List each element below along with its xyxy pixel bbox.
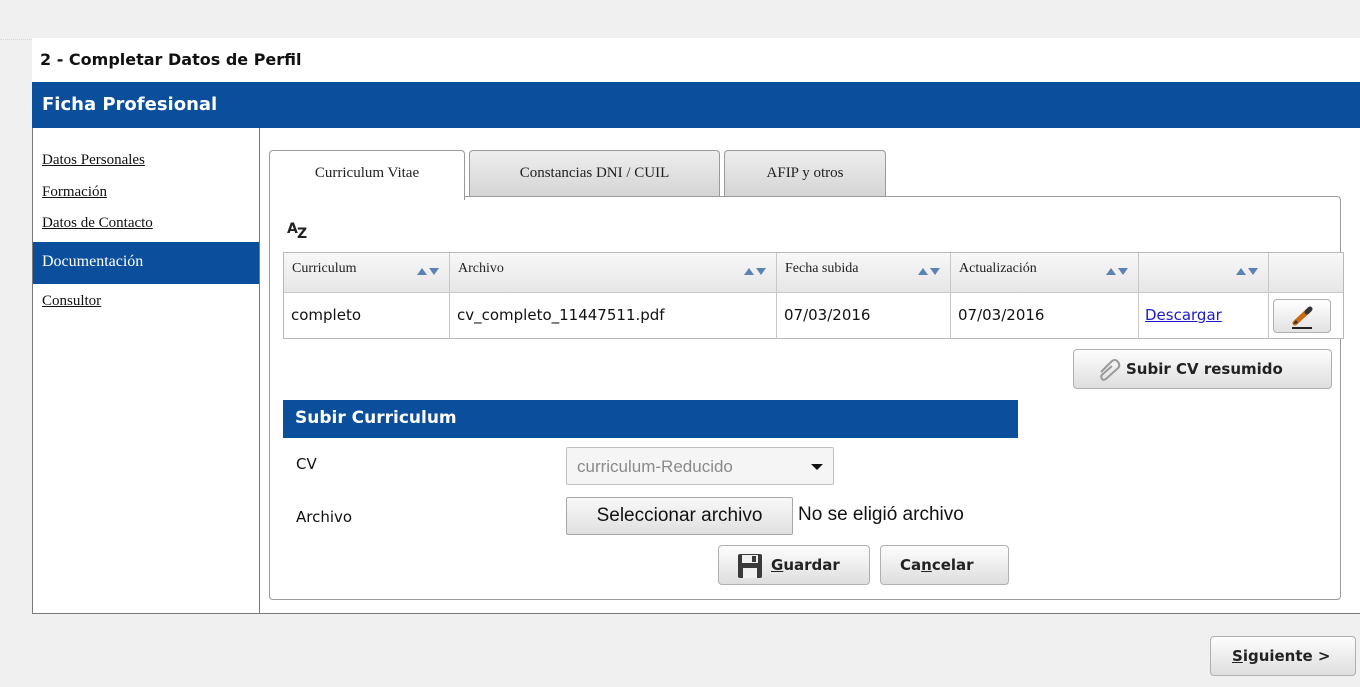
floppy-disk-icon — [738, 554, 762, 578]
guardar-button[interactable]: Guardar — [718, 545, 870, 585]
ficha-title: Ficha Profesional — [42, 94, 218, 115]
sidebar-item-consultor[interactable]: Consultor — [33, 293, 259, 310]
cell-actualizacion: 07/03/2016 — [951, 293, 1139, 339]
paperclip-icon — [1100, 359, 1121, 381]
step-header: 2 - Completar Datos de Perfil — [32, 38, 1360, 82]
pencil-icon — [1292, 306, 1313, 329]
column-header-archivo[interactable]: Archivo — [450, 253, 777, 293]
sidebar-item-datos-contacto[interactable]: Datos de Contacto — [33, 215, 259, 232]
column-header-descargar[interactable] — [1139, 253, 1269, 293]
sort-arrows-icon — [918, 265, 942, 277]
cell-curriculum: completo — [284, 293, 450, 339]
edit-button[interactable] — [1273, 299, 1331, 333]
siguiente-button[interactable]: Siguiente > — [1210, 636, 1356, 676]
chevron-down-icon — [811, 464, 823, 470]
descargar-link[interactable]: Descargar — [1145, 306, 1222, 324]
top-strip — [0, 0, 1360, 40]
guardar-label: Guardar — [771, 556, 840, 574]
sort-arrows-icon — [1106, 265, 1130, 277]
seleccionar-archivo-button[interactable]: Seleccionar archivo — [566, 497, 793, 535]
sort-arrows-icon — [1236, 265, 1260, 277]
siguiente-label: Siguiente > — [1232, 647, 1331, 665]
column-header-curriculum[interactable]: Curriculum — [284, 253, 450, 293]
tab-afip-otros[interactable]: AFIP y otros — [724, 150, 886, 197]
sidebar-item-datos-personales[interactable]: Datos Personales — [33, 152, 259, 169]
sidebar-item-formacion[interactable]: Formación — [33, 184, 259, 201]
column-header-actualizacion[interactable]: Actualización — [951, 253, 1139, 293]
tab-constancias-dni-cuil[interactable]: Constancias DNI / CUIL — [469, 150, 720, 197]
subir-curriculum-header: Subir Curriculum — [283, 400, 1018, 438]
sidebar: Datos Personales Formación Datos de Cont… — [33, 128, 260, 613]
sort-arrows-icon — [744, 265, 768, 277]
az-sort-icon[interactable]: AZ — [287, 221, 313, 243]
cancelar-label: Cancelar — [900, 556, 974, 574]
cell-archivo: cv_completo_11447511.pdf — [450, 293, 777, 339]
page-title: 2 - Completar Datos de Perfil — [40, 50, 302, 69]
column-header-edit — [1269, 253, 1343, 293]
content-area: Curriculum Vitae Constancias DNI / CUIL … — [269, 150, 1344, 602]
ficha-header: Ficha Profesional — [32, 82, 1360, 128]
cv-label: CV — [296, 455, 317, 473]
column-header-fecha-subida[interactable]: Fecha subida — [777, 253, 951, 293]
cell-descargar: Descargar — [1139, 293, 1269, 339]
main-panel: Datos Personales Formación Datos de Cont… — [32, 128, 1360, 614]
subir-cv-resumido-button[interactable]: Subir CV resumido — [1073, 349, 1332, 389]
tab-panel: AZ Curriculum Archivo Fecha subida Actua… — [269, 196, 1344, 600]
archivo-label: Archivo — [296, 508, 353, 526]
sort-arrows-icon — [417, 265, 441, 277]
file-status: No se eligió archivo — [798, 504, 964, 525]
cv-select[interactable]: curriculum-Reducido — [566, 447, 834, 485]
tab-curriculum-vitae[interactable]: Curriculum Vitae — [269, 150, 465, 200]
cell-fecha-subida: 07/03/2016 — [777, 293, 951, 339]
documents-table: Curriculum Archivo Fecha subida Actualiz… — [283, 252, 1344, 339]
cancelar-button[interactable]: Cancelar — [880, 545, 1009, 585]
table-header: Curriculum Archivo Fecha subida Actualiz… — [284, 253, 1343, 293]
sidebar-item-documentacion[interactable]: Documentación — [33, 242, 259, 284]
cell-edit — [1269, 293, 1343, 339]
